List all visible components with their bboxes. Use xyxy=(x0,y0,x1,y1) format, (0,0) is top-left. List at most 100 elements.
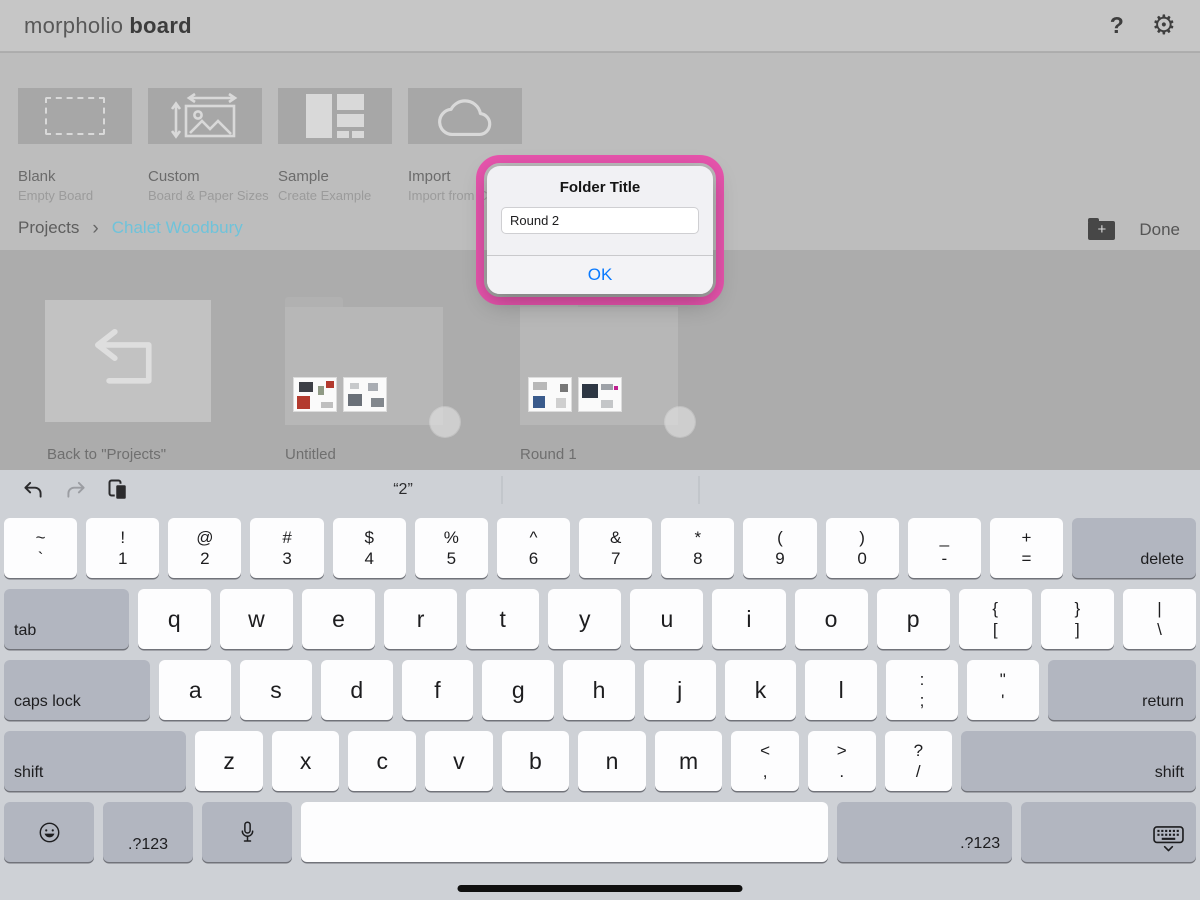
key-[[interactable]: {[ xyxy=(959,589,1032,649)
key-q[interactable]: q xyxy=(138,589,211,649)
key-8[interactable]: *8 xyxy=(661,518,734,578)
key-p[interactable]: p xyxy=(877,589,950,649)
key-l[interactable]: l xyxy=(805,660,877,720)
folder-title-input[interactable] xyxy=(501,207,699,234)
tab-key[interactable]: tab xyxy=(4,589,129,649)
key-c[interactable]: c xyxy=(348,731,416,791)
help-icon[interactable]: ? xyxy=(1110,12,1124,39)
key-/[interactable]: ?/ xyxy=(885,731,953,791)
paste-button[interactable] xyxy=(108,479,128,501)
folder-label: Round 1 xyxy=(520,446,577,463)
emoji-icon xyxy=(38,821,61,844)
key-,[interactable]: <, xyxy=(731,731,799,791)
done-button[interactable]: Done xyxy=(1139,220,1180,240)
key--[interactable]: _- xyxy=(908,518,981,578)
key-f[interactable]: f xyxy=(402,660,474,720)
key-3[interactable]: #3 xyxy=(250,518,323,578)
key-m[interactable]: m xyxy=(655,731,723,791)
key-w[interactable]: w xyxy=(220,589,293,649)
key-=[interactable]: += xyxy=(990,518,1063,578)
cloud-import-icon xyxy=(437,95,493,137)
breadcrumb-projects[interactable]: Projects xyxy=(18,218,79,238)
key-'[interactable]: "' xyxy=(967,660,1039,720)
dialog-title: Folder Title xyxy=(487,179,713,196)
key-.[interactable]: >. xyxy=(808,731,876,791)
key-y[interactable]: y xyxy=(548,589,621,649)
numbers-key-right[interactable]: .?123 xyxy=(837,802,1012,862)
key-r[interactable]: r xyxy=(384,589,457,649)
custom-size-icon xyxy=(168,92,242,140)
keyboard-row: caps lockasdfghjkl:;"'return xyxy=(4,660,1196,720)
key-i[interactable]: i xyxy=(712,589,785,649)
mic-icon xyxy=(240,821,255,844)
key-v[interactable]: v xyxy=(425,731,493,791)
tile-custom-board[interactable]: Custom Board & Paper Sizes xyxy=(148,88,262,203)
folder-select-circle[interactable] xyxy=(665,407,695,437)
dismiss-keyboard-key[interactable] xyxy=(1021,802,1196,862)
gear-icon[interactable]: ⚙ xyxy=(1152,12,1176,39)
numbers-key-left[interactable]: .?123 xyxy=(103,802,193,862)
undo-button[interactable] xyxy=(22,481,44,500)
key-`[interactable]: ~` xyxy=(4,518,77,578)
board-thumbnail xyxy=(578,377,622,412)
delete-key[interactable]: delete xyxy=(1072,518,1196,578)
space-key[interactable] xyxy=(301,802,828,862)
key-t[interactable]: t xyxy=(466,589,539,649)
redo-button[interactable] xyxy=(65,481,87,500)
key-\[interactable]: |\ xyxy=(1123,589,1196,649)
key-6[interactable]: ^6 xyxy=(497,518,570,578)
folder-card-untitled[interactable] xyxy=(285,307,443,425)
ok-button[interactable]: OK xyxy=(487,255,713,294)
key-1[interactable]: !1 xyxy=(86,518,159,578)
tile-blank-board[interactable]: Blank Empty Board xyxy=(18,88,132,203)
tile-subtitle: Create Example xyxy=(278,188,392,203)
key-7[interactable]: &7 xyxy=(579,518,652,578)
key-d[interactable]: d xyxy=(321,660,393,720)
caps-lock-key[interactable]: caps lock xyxy=(4,660,150,720)
key-0[interactable]: )0 xyxy=(826,518,899,578)
tile-subtitle: Empty Board xyxy=(18,188,132,203)
key-o[interactable]: o xyxy=(795,589,868,649)
tile-subtitle: Board & Paper Sizes xyxy=(148,188,262,203)
sample-layout-icon xyxy=(306,94,364,138)
key-u[interactable]: u xyxy=(630,589,703,649)
return-arrow-icon xyxy=(82,328,174,394)
back-to-projects-card[interactable] xyxy=(45,300,211,422)
folder-select-circle[interactable] xyxy=(430,407,460,437)
add-folder-icon[interactable]: + xyxy=(1088,221,1115,240)
suggestion-cell[interactable] xyxy=(502,476,699,504)
board-thumbnail xyxy=(293,377,337,412)
key-9[interactable]: (9 xyxy=(743,518,816,578)
key-j[interactable]: j xyxy=(644,660,716,720)
tile-sample-board[interactable]: Sample Create Example xyxy=(278,88,392,203)
key-b[interactable]: b xyxy=(502,731,570,791)
key-s[interactable]: s xyxy=(240,660,312,720)
suggestion-cell[interactable]: “2” xyxy=(305,476,502,504)
folder-card-round1[interactable] xyxy=(520,307,678,425)
keyboard-keys: ~`!1@2#3$4%5^6&7*8(9)0_-+=deletetabqwert… xyxy=(0,510,1200,862)
shift-left-key[interactable]: shift xyxy=(4,731,186,791)
app-title: morpholioboard xyxy=(24,13,192,39)
key-4[interactable]: $4 xyxy=(333,518,406,578)
key-e[interactable]: e xyxy=(302,589,375,649)
dictation-key[interactable] xyxy=(202,802,292,862)
key-;[interactable]: :; xyxy=(886,660,958,720)
emoji-key[interactable] xyxy=(4,802,94,862)
key-a[interactable]: a xyxy=(159,660,231,720)
key-z[interactable]: z xyxy=(195,731,263,791)
breadcrumb-current-folder[interactable]: Chalet Woodbury xyxy=(112,218,243,238)
key-n[interactable]: n xyxy=(578,731,646,791)
key-x[interactable]: x xyxy=(272,731,340,791)
key-h[interactable]: h xyxy=(563,660,635,720)
key-][interactable]: }] xyxy=(1041,589,1114,649)
home-indicator[interactable] xyxy=(458,885,743,892)
key-5[interactable]: %5 xyxy=(415,518,488,578)
suggestion-cell[interactable] xyxy=(699,476,896,504)
keyboard-row: tabqwertyuiop{[}]|\ xyxy=(4,589,1196,649)
shift-right-key[interactable]: shift xyxy=(961,731,1196,791)
key-k[interactable]: k xyxy=(725,660,797,720)
return-key[interactable]: return xyxy=(1048,660,1196,720)
app-title-bold: board xyxy=(129,13,192,38)
key-g[interactable]: g xyxy=(482,660,554,720)
key-2[interactable]: @2 xyxy=(168,518,241,578)
